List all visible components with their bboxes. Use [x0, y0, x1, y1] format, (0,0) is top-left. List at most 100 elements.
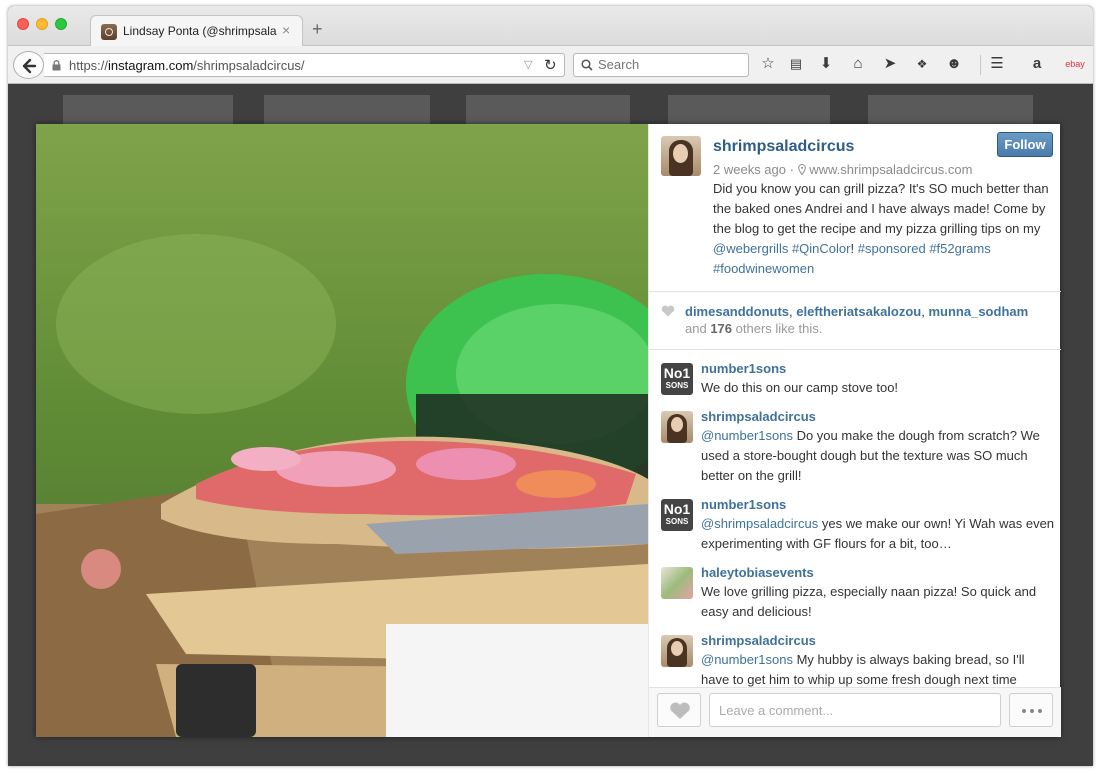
comment-text: @number1sons Do you make the dough from …: [701, 426, 1056, 486]
reload-icon[interactable]: ↻: [544, 56, 557, 74]
profile-thumbnail[interactable]: [868, 95, 1033, 125]
comment-username[interactable]: number1sons: [701, 497, 786, 512]
page-backdrop: shrimpsaladcircus Follow 2 weeks ago · w…: [8, 85, 1093, 766]
home-icon[interactable]: ⌂: [849, 55, 867, 73]
navigation-bar: https://instagram.com/shrimpsaladcircus/…: [8, 46, 1093, 84]
post-username[interactable]: shrimpsaladcircus: [713, 138, 854, 156]
likes-count-text: and 176 others like this.: [685, 321, 822, 336]
likers-list: dimesanddonuts, eleftheriatsakalozou, mu…: [685, 304, 1029, 319]
url-bar[interactable]: https://instagram.com/shrimpsaladcircus/…: [44, 53, 565, 77]
search-bar[interactable]: [573, 53, 749, 77]
zoom-window-button[interactable]: [55, 18, 67, 30]
caption-hashtag-link[interactable]: #f52grams: [929, 241, 990, 256]
browser-window: Lindsay Ponta (@shrimpsala… × + https://…: [8, 6, 1093, 766]
profile-thumbnail[interactable]: [668, 95, 830, 125]
url-scheme: https://: [69, 58, 109, 73]
comment-username[interactable]: haleytobiasevents: [701, 565, 814, 580]
search-icon: [581, 59, 593, 71]
profile-thumbnail[interactable]: [63, 95, 233, 125]
comment-text: @shrimpsaladcircus yes we make our own! …: [701, 514, 1056, 554]
post-header: shrimpsaladcircus Follow 2 weeks ago · w…: [649, 124, 1061, 292]
url-dropdown-icon[interactable]: ▽: [524, 58, 532, 71]
post-caption: Did you know you can grill pizza? It's S…: [713, 179, 1053, 279]
caption-mention-link[interactable]: @webergrills: [713, 241, 788, 256]
tab-close-button[interactable]: ×: [282, 22, 290, 38]
search-input[interactable]: [598, 57, 743, 72]
send-icon[interactable]: ➤: [881, 55, 899, 73]
caption-punctuation: !: [850, 241, 855, 256]
comment-username[interactable]: shrimpsaladcircus: [701, 409, 816, 424]
url-text: https://instagram.com/shrimpsaladcircus/: [69, 58, 305, 73]
avatar[interactable]: No1 SONS: [661, 363, 693, 395]
post-time[interactable]: 2 weeks ago: [713, 162, 786, 177]
instagram-favicon-icon: [101, 24, 117, 40]
more-options-button[interactable]: [1009, 693, 1053, 727]
post-meta: 2 weeks ago · www.shrimpsaladcircus.com: [713, 162, 972, 177]
dot-icon: [1030, 709, 1034, 713]
avatar-text: SONS: [665, 381, 689, 390]
ebay-icon[interactable]: ebay: [1063, 55, 1087, 73]
new-tab-button[interactable]: +: [312, 20, 323, 38]
menu-icon[interactable]: ☰: [988, 55, 1006, 73]
avatar-text: No1: [663, 365, 691, 381]
avatar-text: No1: [663, 501, 691, 517]
toolbar-separator: [980, 55, 981, 75]
comment-text: We love grilling pizza, especially naan …: [701, 582, 1056, 622]
comment-footer: [649, 687, 1061, 737]
dot-icon: [1038, 709, 1042, 713]
avatar[interactable]: No1 SONS: [661, 499, 693, 531]
comment-mention-link[interactable]: @number1sons: [701, 652, 793, 667]
liker-link[interactable]: dimesanddonuts: [685, 304, 789, 319]
comments-list: No1 SONS number1sons We do this on our ca…: [649, 351, 1061, 687]
avatar-text: SONS: [665, 517, 689, 526]
liker-link[interactable]: munna_sodham: [928, 304, 1028, 319]
location-pin-icon: [797, 164, 806, 175]
comment-username[interactable]: number1sons: [701, 361, 786, 376]
profile-thumbnail[interactable]: [264, 95, 430, 125]
caption-hashtag-link[interactable]: #foodwinewomen: [713, 261, 814, 276]
post-photo[interactable]: [36, 124, 648, 737]
likes-prefix: and: [685, 321, 707, 336]
downloads-icon[interactable]: ⬇: [817, 55, 835, 73]
bookmark-star-icon[interactable]: ☆: [759, 55, 777, 73]
post-modal: shrimpsaladcircus Follow 2 weeks ago · w…: [36, 124, 1061, 737]
heart-icon: [661, 305, 675, 317]
like-button[interactable]: [657, 693, 701, 727]
caption-hashtag-link[interactable]: #QinColor: [792, 241, 851, 256]
comment-input[interactable]: [709, 693, 1001, 727]
close-window-button[interactable]: [17, 18, 29, 30]
grilled-pizza-image: [36, 124, 648, 737]
likes-section: dimesanddonuts, eleftheriatsakalozou, mu…: [649, 292, 1061, 350]
tab-strip: Lindsay Ponta (@shrimpsala… × +: [8, 6, 1093, 47]
comment-mention-link[interactable]: @shrimpsaladcircus: [701, 516, 818, 531]
likes-suffix: others like this.: [735, 321, 823, 336]
avatar[interactable]: [661, 136, 701, 176]
meta-separator: ·: [789, 162, 794, 177]
amazon-icon[interactable]: a: [1028, 55, 1046, 73]
minimize-window-button[interactable]: [36, 18, 48, 30]
url-host: instagram.com: [108, 58, 194, 73]
comment-body: We do this on our camp stove too!: [701, 380, 899, 395]
avatar[interactable]: [661, 567, 693, 599]
avatar[interactable]: [661, 411, 693, 443]
reading-list-icon[interactable]: ▤: [787, 55, 805, 73]
liker-link[interactable]: eleftheriatsakalozou: [796, 304, 921, 319]
extension-icon[interactable]: ❖: [913, 55, 931, 73]
caption-hashtag-link[interactable]: #sponsored: [858, 241, 926, 256]
back-button[interactable]: [13, 51, 44, 79]
avatar[interactable]: [661, 635, 693, 667]
comment-text: We do this on our camp stove too!: [701, 378, 1056, 398]
comment-text: @number1sons My hubby is always baking b…: [701, 650, 1056, 687]
follow-button[interactable]: Follow: [997, 132, 1053, 157]
emoji-icon[interactable]: ☻: [945, 55, 963, 73]
profile-thumbnail[interactable]: [466, 95, 630, 125]
comment-username[interactable]: shrimpsaladcircus: [701, 633, 816, 648]
lock-icon: [52, 60, 61, 71]
heart-icon: [670, 702, 690, 719]
url-path: /shrimpsaladcircus/: [193, 58, 305, 73]
comment-mention-link[interactable]: @number1sons: [701, 428, 793, 443]
tab-instagram[interactable]: Lindsay Ponta (@shrimpsala… ×: [90, 15, 303, 47]
caption-text: Did you know you can grill pizza? It's S…: [713, 181, 1049, 236]
dot-icon: [1022, 709, 1026, 713]
post-website-link[interactable]: www.shrimpsaladcircus.com: [809, 162, 972, 177]
